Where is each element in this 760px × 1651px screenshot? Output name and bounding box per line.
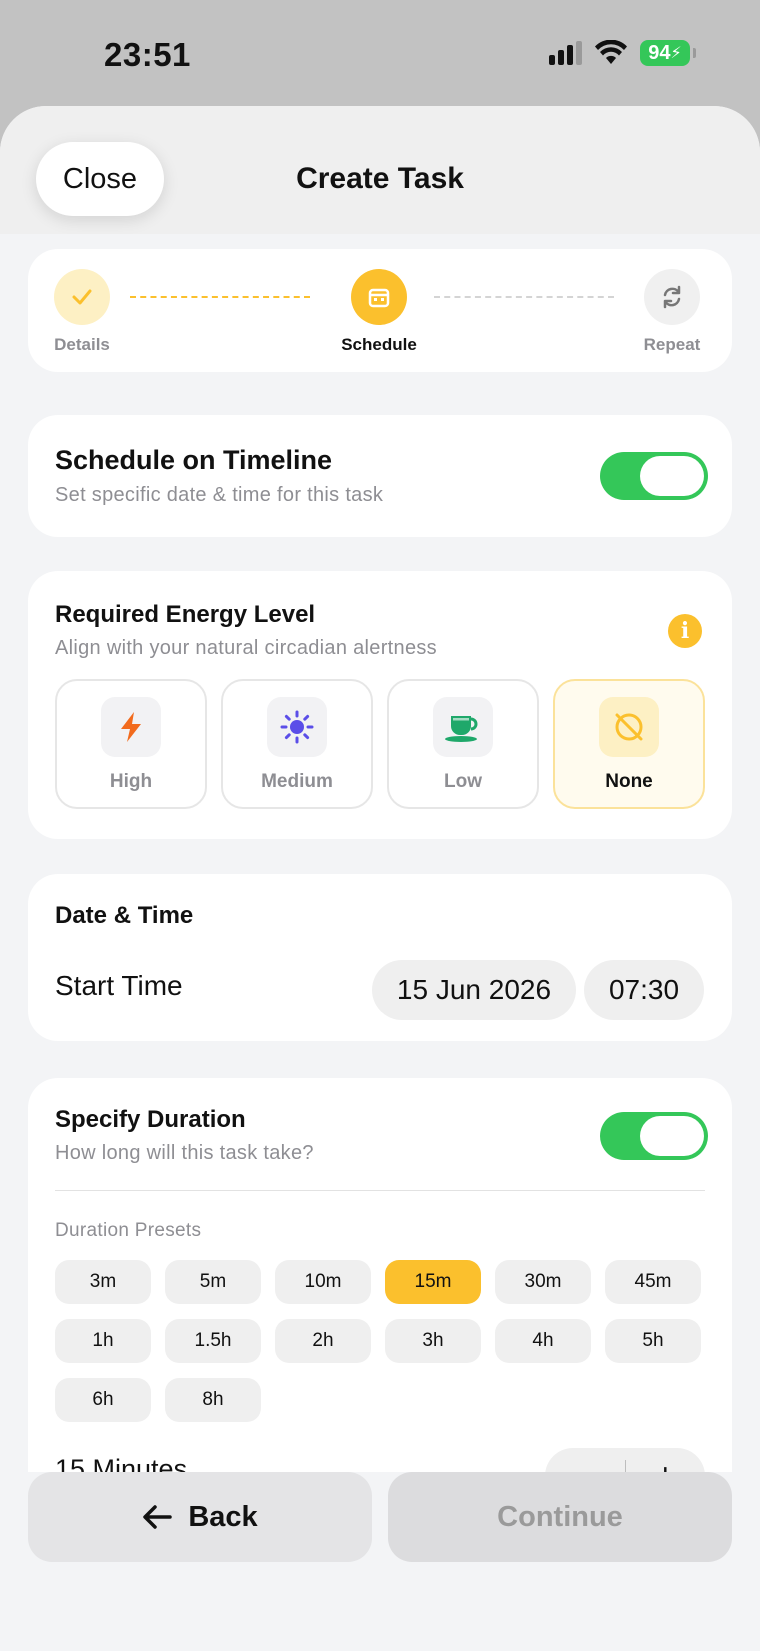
energy-option-none[interactable]: None (553, 679, 705, 809)
schedule-timeline-card: Schedule on Timeline Set specific date &… (28, 415, 732, 537)
duration-chip-selected[interactable]: 15m (385, 1260, 481, 1304)
duration-chip[interactable]: 45m (605, 1260, 701, 1304)
continue-button[interactable]: Continue (388, 1472, 732, 1562)
duration-chip[interactable]: 10m (275, 1260, 371, 1304)
coffee-cup-icon (433, 697, 493, 757)
back-button[interactable]: Back (28, 1472, 372, 1562)
create-task-sheet: Close Create Task Details Schedule Repea… (0, 106, 760, 1651)
slashed-circle-icon (599, 697, 659, 757)
check-icon (54, 269, 110, 325)
energy-option-low[interactable]: Low (387, 679, 539, 809)
energy-options: High Medium Low None (55, 679, 705, 809)
step-details[interactable]: Details (22, 269, 142, 355)
progress-stepper: Details Schedule Repeat (28, 249, 732, 372)
step-label: Details (54, 335, 110, 354)
duration-chip[interactable]: 30m (495, 1260, 591, 1304)
refresh-icon (644, 269, 700, 325)
info-icon[interactable]: i (668, 614, 702, 648)
cellular-signal-icon (549, 41, 582, 65)
energy-option-medium[interactable]: Medium (221, 679, 373, 809)
duration-chip[interactable]: 3h (385, 1319, 481, 1363)
step-label: Repeat (643, 335, 701, 354)
energy-option-label: Low (444, 771, 482, 792)
start-date-picker[interactable]: 15 Jun 2026 (372, 960, 576, 1020)
duration-chip[interactable]: 3m (55, 1260, 151, 1304)
battery-level: 94 (648, 41, 671, 64)
status-icons: 94 ⚡ (549, 40, 696, 66)
energy-level-card: Required Energy Level Align with your na… (28, 571, 732, 839)
energy-option-high[interactable]: High (55, 679, 207, 809)
timeline-subtitle: Set specific date & time for this task (55, 484, 384, 506)
calendar-icon (351, 269, 407, 325)
status-time: 23:51 (104, 36, 191, 73)
energy-option-label: None (605, 771, 653, 792)
bottom-action-bar: Back Continue (0, 1472, 760, 1651)
duration-presets-label: Duration Presets (55, 1220, 202, 1241)
duration-chip[interactable]: 1h (55, 1319, 151, 1363)
step-label: Schedule (341, 335, 417, 354)
energy-option-label: High (109, 771, 153, 792)
start-time-label: Start Time (55, 970, 183, 1001)
step-schedule[interactable]: Schedule (319, 269, 439, 355)
toggle-knob (640, 1116, 704, 1156)
status-bar: 23:51 94 ⚡ (0, 0, 760, 110)
date-time-title: Date & Time (55, 902, 194, 929)
energy-subtitle: Align with your natural circadian alertn… (55, 637, 437, 659)
energy-option-label: Medium (261, 771, 333, 792)
arrow-left-icon (143, 1505, 173, 1529)
specify-duration-toggle[interactable] (600, 1112, 708, 1160)
bolt-icon (101, 697, 161, 757)
duration-chip[interactable]: 8h (165, 1378, 261, 1422)
step-connector-completed (130, 296, 310, 298)
sheet-header: Close Create Task (0, 106, 760, 234)
duration-chip[interactable]: 5h (605, 1319, 701, 1363)
duration-subtitle: How long will this task take? (55, 1142, 314, 1164)
timeline-title: Schedule on Timeline (55, 445, 333, 475)
sun-icon (267, 697, 327, 757)
duration-chip[interactable]: 5m (165, 1260, 261, 1304)
start-time-picker[interactable]: 07:30 (584, 960, 704, 1020)
energy-title: Required Energy Level (55, 601, 316, 628)
schedule-timeline-toggle[interactable] (600, 452, 708, 500)
divider (55, 1190, 705, 1191)
duration-chip[interactable]: 2h (275, 1319, 371, 1363)
wifi-icon (595, 40, 627, 64)
toggle-knob (640, 456, 704, 496)
duration-chip[interactable]: 6h (55, 1378, 151, 1422)
duration-chip[interactable]: 4h (495, 1319, 591, 1363)
date-time-card: Date & Time Start Time 15 Jun 2026 07:30 (28, 874, 732, 1041)
duration-title: Specify Duration (55, 1106, 246, 1133)
step-connector-pending (434, 296, 614, 298)
step-repeat[interactable]: Repeat (612, 269, 732, 355)
back-label: Back (188, 1500, 258, 1533)
battery-icon: 94 ⚡ (640, 40, 696, 66)
duration-chip[interactable]: 1.5h (165, 1319, 261, 1363)
page-title: Create Task (296, 162, 464, 195)
duration-presets: 3m 5m 10m 15m 30m 45m 1h 1.5h 2h 3h 4h 5… (55, 1260, 705, 1422)
